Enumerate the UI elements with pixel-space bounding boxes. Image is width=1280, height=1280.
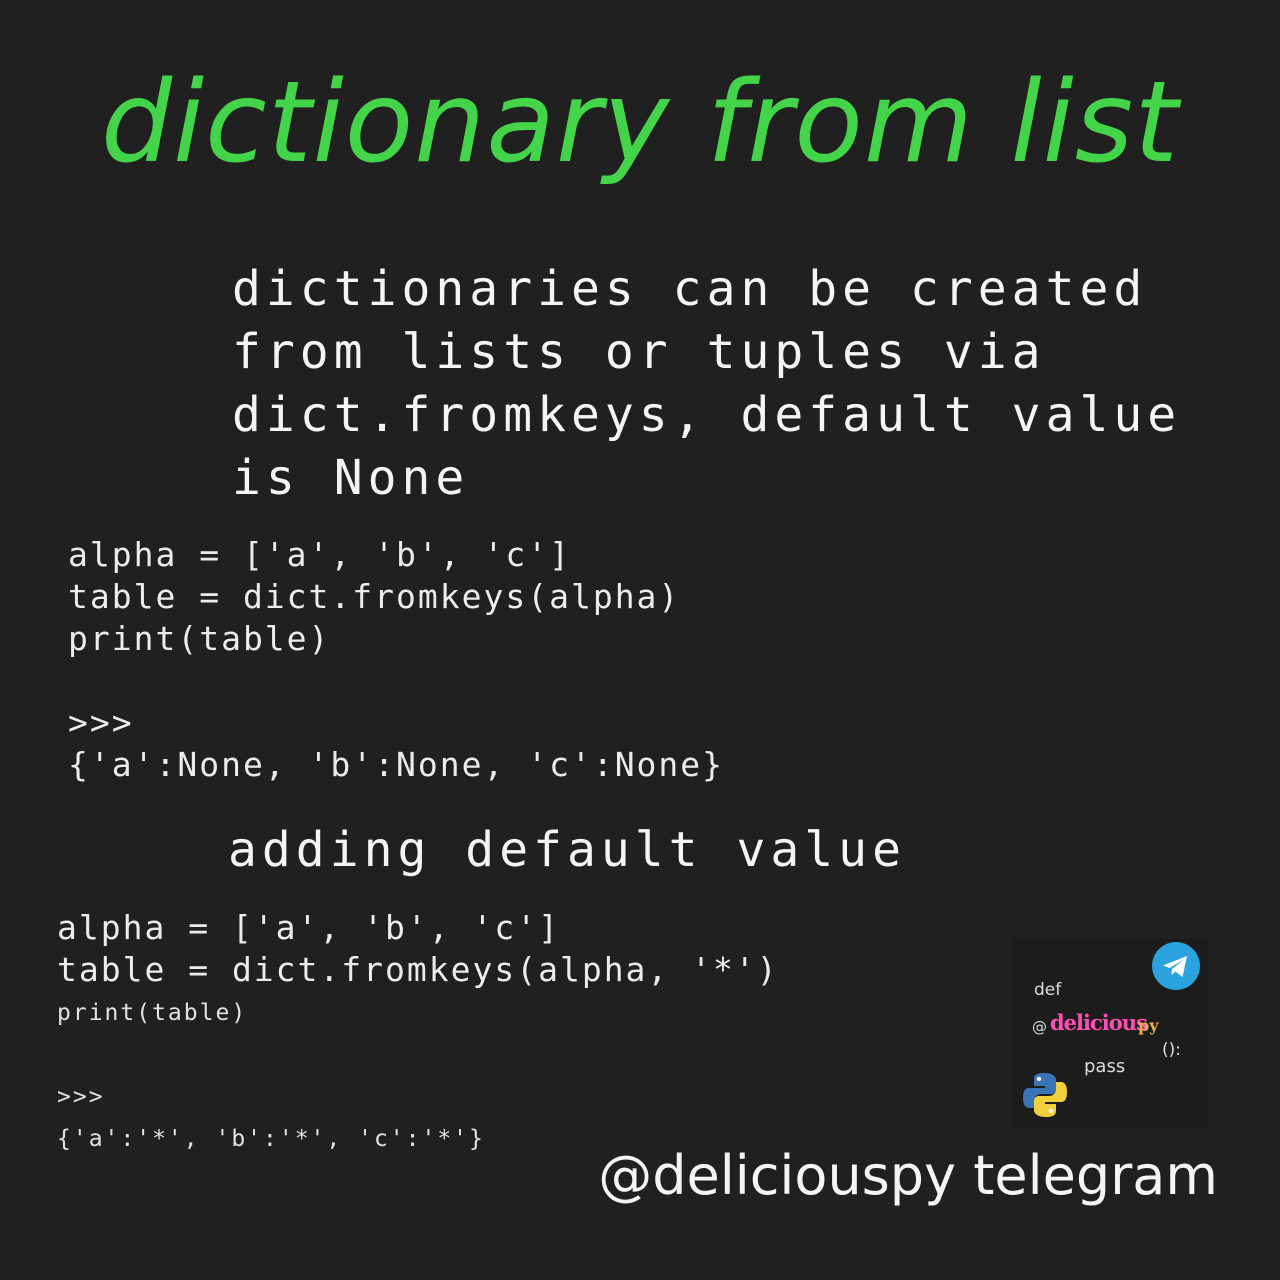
intro-line: dict.fromkeys, default value xyxy=(232,387,1182,443)
telegram-icon xyxy=(1152,942,1200,990)
code-line: print(table) xyxy=(57,1000,248,1026)
code-line: table = dict.fromkeys(alpha, '*') xyxy=(57,950,779,989)
channel-logo: def @ delicious py (): pass xyxy=(1012,938,1208,1128)
logo-at-sign: @ xyxy=(1032,1018,1047,1036)
intro-line: is None xyxy=(232,450,470,506)
intro-line: from lists or tuples via xyxy=(232,324,1046,380)
logo-def-keyword: def xyxy=(1034,980,1062,1000)
footer-handle: @deliciouspy telegram xyxy=(598,1144,1218,1207)
code-line: print(table) xyxy=(68,619,331,658)
logo-parens: (): xyxy=(1162,1040,1181,1060)
page-title: dictionary from list xyxy=(100,58,1180,188)
logo-brand-suffix: py xyxy=(1138,1016,1159,1035)
code-line: table = dict.fromkeys(alpha) xyxy=(68,577,681,616)
repl-prompt: >>> xyxy=(57,1084,105,1110)
intro-paragraph: dictionaries can be created from lists or… xyxy=(232,258,1181,510)
repl-prompt: >>> xyxy=(68,703,134,742)
python-icon xyxy=(1023,1073,1067,1117)
section-heading: adding default value xyxy=(228,822,906,878)
code-line: alpha = ['a', 'b', 'c'] xyxy=(68,535,571,574)
intro-line: dictionaries can be created xyxy=(232,261,1148,317)
logo-brand-text: delicious xyxy=(1050,1010,1148,1035)
logo-pass-keyword: pass xyxy=(1084,1056,1126,1077)
repl-output: {'a':'*', 'b':'*', 'c':'*'} xyxy=(57,1126,485,1152)
repl-output: {'a':None, 'b':None, 'c':None} xyxy=(68,745,725,784)
code-line: alpha = ['a', 'b', 'c'] xyxy=(57,908,560,947)
